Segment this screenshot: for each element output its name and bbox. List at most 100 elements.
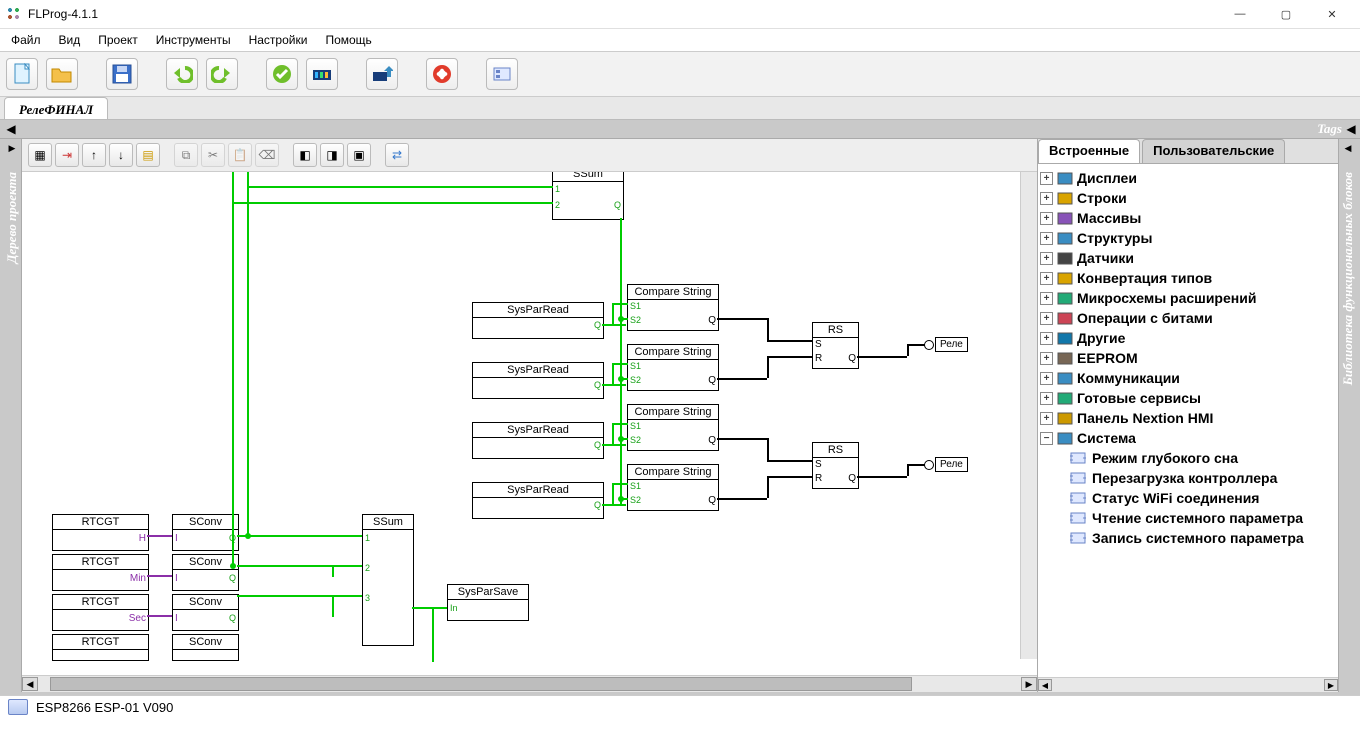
scroll-right-icon[interactable]: ▶: [1324, 679, 1338, 691]
tree-leaf[interactable]: Режим глубокого сна: [1040, 448, 1336, 468]
block-sconv-2[interactable]: SConv IQ: [172, 554, 239, 591]
canvas-wrapper[interactable]: SSum 1 2 Q SysParRead Q SysParRead: [22, 172, 1037, 675]
tree-node[interactable]: +EEPROM: [1040, 348, 1336, 368]
menu-view[interactable]: Вид: [52, 31, 88, 49]
open-file-button[interactable]: [46, 58, 78, 90]
diagram-canvas[interactable]: SSum 1 2 Q SysParRead Q SysParRead: [22, 172, 1032, 672]
tree-expander-icon[interactable]: +: [1040, 212, 1053, 225]
canvas-vscroll[interactable]: [1020, 172, 1037, 659]
block-sysparread-4[interactable]: SysParRead Q: [472, 482, 604, 519]
stop-button[interactable]: [426, 58, 458, 90]
panel-expand-icon[interactable]: ▶: [9, 143, 16, 154]
tree-expander-icon[interactable]: +: [1040, 192, 1053, 205]
tree-expander-icon[interactable]: +: [1040, 232, 1053, 245]
compile-button[interactable]: [306, 58, 338, 90]
block-sconv-1[interactable]: SConv IQ: [172, 514, 239, 551]
tree-expander-icon[interactable]: +: [1040, 352, 1053, 365]
left-panel-collapse-icon[interactable]: ◀: [4, 122, 18, 136]
library-tree[interactable]: +Дисплеи+Строки+Массивы+Структуры+Датчик…: [1038, 164, 1338, 677]
tree-leaf[interactable]: Запись системного параметра: [1040, 528, 1336, 548]
scroll-left-icon[interactable]: ◀: [22, 677, 38, 691]
maximize-button[interactable]: ▢: [1264, 4, 1308, 24]
block-sconv-3[interactable]: SConv IQ: [172, 594, 239, 631]
library-panel-collapsed[interactable]: ◀ Библиотека функциональных блоков: [1338, 139, 1357, 692]
scroll-right-icon[interactable]: ▶: [1021, 677, 1037, 691]
tree-node[interactable]: +Коммуникации: [1040, 368, 1336, 388]
tree-node[interactable]: +Массивы: [1040, 208, 1336, 228]
undo-button[interactable]: [166, 58, 198, 90]
tree-expander-icon[interactable]: +: [1040, 332, 1053, 345]
block-rs-2[interactable]: RS S R Q: [812, 442, 859, 489]
new-file-button[interactable]: [6, 58, 38, 90]
tool-up-button[interactable]: ↑: [82, 143, 106, 167]
block-ssum[interactable]: SSum 1 2 3: [362, 514, 414, 646]
save-button[interactable]: [106, 58, 138, 90]
tool-select-button[interactable]: ▦: [28, 143, 52, 167]
block-rtcgt-3[interactable]: RTCGT Sec: [52, 594, 149, 631]
block-sconv-4[interactable]: SConv: [172, 634, 239, 661]
tree-node[interactable]: +Панель Nextion HMI: [1040, 408, 1336, 428]
tree-expander-icon[interactable]: +: [1040, 292, 1053, 305]
redo-button[interactable]: [206, 58, 238, 90]
scroll-thumb[interactable]: [50, 677, 912, 691]
menu-project[interactable]: Проект: [91, 31, 145, 49]
close-button[interactable]: ✕: [1310, 4, 1354, 24]
tree-node[interactable]: +Операции с битами: [1040, 308, 1336, 328]
tool-block1-button[interactable]: ◧: [293, 143, 317, 167]
block-rtcgt-2[interactable]: RTCGT Min: [52, 554, 149, 591]
tab-builtin[interactable]: Встроенные: [1038, 139, 1140, 163]
tree-node[interactable]: +Готовые сервисы: [1040, 388, 1336, 408]
tree-leaf[interactable]: Статус WiFi соединения: [1040, 488, 1336, 508]
block-compare-2[interactable]: Compare String S1 S2 Q: [627, 344, 719, 391]
block-sysparsave[interactable]: SysParSave In: [447, 584, 529, 621]
output-pin-1[interactable]: [924, 340, 934, 350]
panel-collapse-icon[interactable]: ◀: [1345, 143, 1352, 154]
canvas-hscroll[interactable]: ◀ ▶: [22, 675, 1037, 692]
scroll-left-icon[interactable]: ◀: [1038, 679, 1052, 691]
tree-expander-icon[interactable]: +: [1040, 372, 1053, 385]
menu-tools[interactable]: Инструменты: [149, 31, 238, 49]
menu-settings[interactable]: Настройки: [242, 31, 315, 49]
tree-node[interactable]: +Другие: [1040, 328, 1336, 348]
block-sysparread-2[interactable]: SysParRead Q: [472, 362, 604, 399]
tool-block2-button[interactable]: ◨: [320, 143, 344, 167]
block-sysparread-1[interactable]: SysParRead Q: [472, 302, 604, 339]
menu-help[interactable]: Помощь: [318, 31, 378, 49]
tab-user[interactable]: Пользовательские: [1142, 139, 1285, 163]
upload-button[interactable]: [366, 58, 398, 90]
tree-node[interactable]: +Дисплеи: [1040, 168, 1336, 188]
tool-grid-button[interactable]: ▤: [136, 143, 160, 167]
tree-node[interactable]: +Конвертация типов: [1040, 268, 1336, 288]
library-hscroll[interactable]: ◀ ▶: [1038, 677, 1338, 692]
tree-node[interactable]: +Микросхемы расширений: [1040, 288, 1336, 308]
tree-expander-icon[interactable]: +: [1040, 412, 1053, 425]
tags-panel-expand-icon[interactable]: ◀: [1344, 122, 1358, 136]
block-compare-1[interactable]: Compare String S1 S2 Q: [627, 284, 719, 331]
tree-leaf[interactable]: Перезагрузка контроллера: [1040, 468, 1336, 488]
tree-expander-icon[interactable]: +: [1040, 272, 1053, 285]
block-sysparread-3[interactable]: SysParRead Q: [472, 422, 604, 459]
block-compare-3[interactable]: Compare String S1 S2 Q: [627, 404, 719, 451]
doc-tab-main[interactable]: РелеФИНАЛ: [4, 97, 108, 119]
tool-down-button[interactable]: ↓: [109, 143, 133, 167]
output-rele-2[interactable]: Реле: [935, 457, 968, 472]
tree-expander-icon[interactable]: +: [1040, 172, 1053, 185]
tree-expander-icon[interactable]: −: [1040, 432, 1053, 445]
tree-node[interactable]: −Система: [1040, 428, 1336, 448]
block-ssum-top[interactable]: SSum 1 2 Q: [552, 172, 624, 220]
output-rele-1[interactable]: Реле: [935, 337, 968, 352]
block-rtcgt-4[interactable]: RTCGT: [52, 634, 149, 661]
project-tree-panel-collapsed[interactable]: ▶ Дерево проекта: [3, 139, 22, 692]
tree-node[interactable]: +Строки: [1040, 188, 1336, 208]
check-button[interactable]: [266, 58, 298, 90]
tree-expander-icon[interactable]: +: [1040, 312, 1053, 325]
tree-expander-icon[interactable]: +: [1040, 252, 1053, 265]
block-compare-4[interactable]: Compare String S1 S2 Q: [627, 464, 719, 511]
tool-link-button[interactable]: ⇄: [385, 143, 409, 167]
tree-node[interactable]: +Структуры: [1040, 228, 1336, 248]
tree-leaf[interactable]: Чтение системного параметра: [1040, 508, 1336, 528]
tree-expander-icon[interactable]: +: [1040, 392, 1053, 405]
minimize-button[interactable]: —: [1218, 4, 1262, 24]
tool-align-button[interactable]: ⇥: [55, 143, 79, 167]
tool-block3-button[interactable]: ▣: [347, 143, 371, 167]
